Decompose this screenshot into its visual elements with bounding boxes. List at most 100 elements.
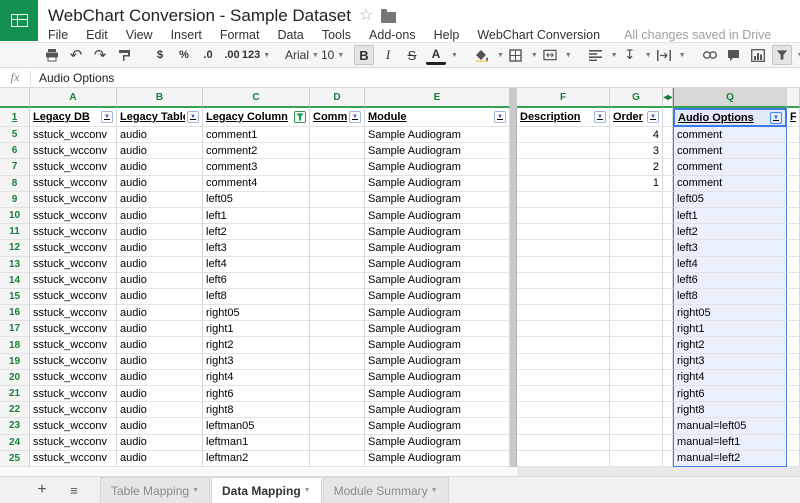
- cell-A15[interactable]: sstuck_wcconv: [30, 289, 117, 305]
- cell[interactable]: [663, 240, 673, 256]
- cell-A17[interactable]: sstuck_wcconv: [30, 321, 117, 337]
- undo-button[interactable]: ↶: [66, 45, 86, 65]
- cell[interactable]: [787, 257, 800, 273]
- cell-D11[interactable]: [310, 224, 365, 240]
- cell-B23[interactable]: audio: [117, 418, 203, 434]
- cell-B22[interactable]: audio: [117, 402, 203, 418]
- document-title[interactable]: WebChart Conversion - Sample Dataset: [48, 6, 351, 26]
- filter-dropdown-button[interactable]: ▼: [187, 111, 199, 123]
- cell-B8[interactable]: audio: [117, 176, 203, 192]
- caret-down-icon[interactable]: ▼: [645, 52, 652, 59]
- filter-dropdown-button[interactable]: ▼: [647, 111, 659, 123]
- column-header-B[interactable]: B: [117, 88, 203, 108]
- cell[interactable]: [663, 418, 673, 434]
- text-color-button[interactable]: A: [426, 45, 446, 65]
- active-filter-funnel-button[interactable]: [294, 111, 306, 123]
- row-header-11[interactable]: 11: [0, 224, 30, 240]
- cell-F25[interactable]: [517, 451, 610, 467]
- cell[interactable]: [787, 127, 800, 143]
- cell[interactable]: [663, 435, 673, 451]
- italic-button[interactable]: I: [378, 45, 398, 65]
- row-header-6[interactable]: 6: [0, 143, 30, 159]
- format-currency-button[interactable]: $: [150, 45, 170, 65]
- sheet-tab-table-mapping[interactable]: Table Mapping▼: [100, 477, 210, 503]
- caret-down-icon[interactable]: ▼: [531, 52, 538, 59]
- cell[interactable]: [663, 386, 673, 402]
- cell-A18[interactable]: sstuck_wcconv: [30, 337, 117, 353]
- cell-F19[interactable]: [517, 354, 610, 370]
- cell-D8[interactable]: [310, 176, 365, 192]
- caret-down-icon[interactable]: ▼: [497, 52, 504, 59]
- cell[interactable]: [787, 321, 800, 337]
- cell-Q12[interactable]: left3: [673, 240, 787, 256]
- row-header-21[interactable]: 21: [0, 386, 30, 402]
- cell[interactable]: [787, 143, 800, 159]
- filter-dropdown-button[interactable]: ▼: [494, 111, 506, 123]
- cell-B6[interactable]: audio: [117, 143, 203, 159]
- cell-G21[interactable]: [610, 386, 663, 402]
- cell-E16[interactable]: Sample Audiogram: [365, 305, 510, 321]
- cell-E13[interactable]: Sample Audiogram: [365, 257, 510, 273]
- header-cell-c[interactable]: Legacy Column: [203, 108, 310, 127]
- cell-D17[interactable]: [310, 321, 365, 337]
- sheet-tab-module-summary[interactable]: Module Summary▼: [323, 477, 449, 503]
- menu-file[interactable]: File: [48, 28, 68, 42]
- menu-tools[interactable]: Tools: [322, 28, 351, 42]
- cell-D7[interactable]: [310, 159, 365, 175]
- corner-header[interactable]: [0, 88, 30, 108]
- cell-B9[interactable]: audio: [117, 192, 203, 208]
- cell-Q8[interactable]: comment: [673, 176, 787, 192]
- cell-A8[interactable]: sstuck_wcconv: [30, 176, 117, 192]
- cell-D13[interactable]: [310, 257, 365, 273]
- filter-dropdown-button[interactable]: ▼: [101, 111, 113, 123]
- cell-C5[interactable]: comment1: [203, 127, 310, 143]
- cell[interactable]: [787, 208, 800, 224]
- row-header-1[interactable]: 1: [0, 108, 30, 127]
- cell-G17[interactable]: [610, 321, 663, 337]
- cell-G11[interactable]: [610, 224, 663, 240]
- print-button[interactable]: [42, 45, 62, 65]
- cell-A14[interactable]: sstuck_wcconv: [30, 273, 117, 289]
- all-sheets-button[interactable]: ≡: [62, 483, 86, 498]
- fill-color-button[interactable]: [472, 45, 492, 65]
- cell[interactable]: [663, 402, 673, 418]
- menu-webchart-conversion[interactable]: WebChart Conversion: [477, 28, 600, 42]
- cell-D6[interactable]: [310, 143, 365, 159]
- cell-G23[interactable]: [610, 418, 663, 434]
- insert-chart-button[interactable]: [748, 45, 768, 65]
- cell-C14[interactable]: left6: [203, 273, 310, 289]
- column-header-A[interactable]: A: [30, 88, 117, 108]
- cell-A10[interactable]: sstuck_wcconv: [30, 208, 117, 224]
- cell-Q7[interactable]: comment: [673, 159, 787, 175]
- row-header-17[interactable]: 17: [0, 321, 30, 337]
- cell-B11[interactable]: audio: [117, 224, 203, 240]
- row-header-13[interactable]: 13: [0, 257, 30, 273]
- cell-Q24[interactable]: manual=left1: [673, 435, 787, 451]
- cell-C20[interactable]: right4: [203, 370, 310, 386]
- merge-cells-button[interactable]: [540, 45, 560, 65]
- row-header-5[interactable]: 5: [0, 127, 30, 143]
- horizontal-align-button[interactable]: [586, 45, 606, 65]
- cell-B16[interactable]: audio: [117, 305, 203, 321]
- corner-header[interactable]: [787, 88, 800, 108]
- folder-icon[interactable]: [381, 12, 396, 23]
- row-header-20[interactable]: 20: [0, 370, 30, 386]
- cell-B13[interactable]: audio: [117, 257, 203, 273]
- cell-A24[interactable]: sstuck_wcconv: [30, 435, 117, 451]
- cell[interactable]: [787, 386, 800, 402]
- cell-B10[interactable]: audio: [117, 208, 203, 224]
- cell-E5[interactable]: Sample Audiogram: [365, 127, 510, 143]
- cell-G6[interactable]: 3: [610, 143, 663, 159]
- cell-B18[interactable]: audio: [117, 337, 203, 353]
- sheet-tab-data-mapping[interactable]: Data Mapping▼: [211, 477, 322, 503]
- cell-G19[interactable]: [610, 354, 663, 370]
- cell-D20[interactable]: [310, 370, 365, 386]
- cell-D5[interactable]: [310, 127, 365, 143]
- horizontal-scrollbar-track[interactable]: [517, 467, 800, 476]
- column-header-G[interactable]: G: [610, 88, 663, 108]
- borders-button[interactable]: [506, 45, 526, 65]
- cell[interactable]: [787, 370, 800, 386]
- column-header-C[interactable]: C: [203, 88, 310, 108]
- cell-C6[interactable]: comment2: [203, 143, 310, 159]
- cell-D18[interactable]: [310, 337, 365, 353]
